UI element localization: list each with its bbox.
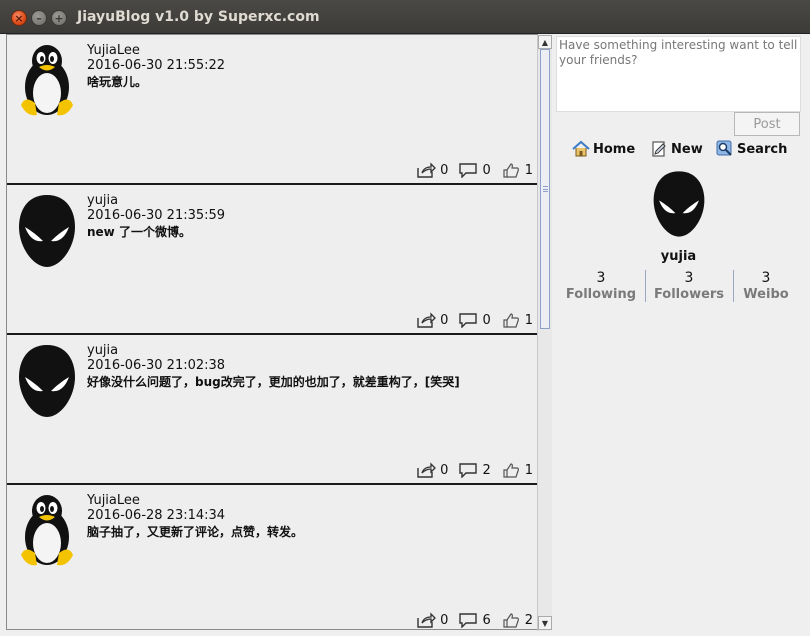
penguin-avatar-icon[interactable] [15, 43, 79, 119]
like-button[interactable]: 1 [501, 162, 533, 178]
forward-button[interactable]: 0 [416, 162, 448, 178]
window-close-button[interactable]: × [11, 10, 27, 26]
like-button[interactable]: 1 [501, 462, 533, 478]
comment-count: 2 [482, 462, 491, 478]
thumbs-up-icon [501, 312, 521, 328]
post-username[interactable]: YujiaLee [87, 493, 140, 508]
scroll-down-arrow-icon[interactable]: ▼ [538, 616, 552, 630]
comment-icon [458, 612, 478, 628]
post-timestamp: 2016-06-28 23:14:34 [87, 508, 226, 523]
followers-count: 3 [684, 270, 694, 286]
comment-button[interactable]: 2 [458, 462, 491, 478]
thumbs-up-icon [501, 462, 521, 478]
comment-button[interactable]: 6 [458, 612, 491, 628]
post-content: 好像没什么问题了，bug改完了，更加的也加了，就差重构了，[笑哭] [87, 375, 460, 389]
window-titlebar: × – + JiayuBlog v1.0 by Superxc.com [0, 0, 810, 34]
window-title: JiayuBlog v1.0 by Superxc.com [77, 9, 320, 25]
nav-home[interactable]: Home [572, 140, 635, 158]
followers-label: Followers [653, 287, 725, 302]
weibo-label: Weibo [743, 287, 789, 302]
forward-icon [416, 462, 436, 478]
post-content: 啥玩意儿。 [87, 75, 148, 89]
post-item: YujiaLee 2016-06-30 21:55:22 啥玩意儿。 0 0 1 [7, 35, 537, 185]
post-username[interactable]: YujiaLee [87, 43, 140, 58]
forward-icon [416, 162, 436, 178]
comment-count: 6 [482, 612, 491, 628]
like-count: 2 [524, 612, 533, 628]
post-item: yujia 2016-06-30 21:35:59 new 了一个微博。 0 0… [7, 185, 537, 335]
mask-avatar-icon[interactable] [15, 343, 79, 419]
stat-weibo[interactable]: 3 Weibo [738, 270, 794, 304]
forward-button[interactable]: 0 [416, 462, 448, 478]
edit-icon [652, 141, 666, 157]
nav-search-label: Search [737, 141, 788, 157]
stat-followers[interactable]: 3 Followers [650, 270, 728, 304]
comment-button[interactable]: 0 [458, 162, 491, 178]
like-button[interactable]: 2 [501, 612, 533, 628]
forward-count: 0 [440, 612, 449, 628]
minimize-icon: – [36, 11, 42, 25]
post-username[interactable]: yujia [87, 193, 118, 208]
nav-home-label: Home [593, 141, 636, 157]
comment-button[interactable]: 0 [458, 312, 491, 328]
weibo-count: 3 [761, 270, 771, 286]
nav-new-label: New [671, 141, 703, 157]
post-timestamp: 2016-06-30 21:35:59 [87, 208, 226, 223]
forward-count: 0 [440, 312, 449, 328]
following-count: 3 [596, 270, 606, 286]
window-minimize-button[interactable]: – [31, 10, 47, 26]
forward-count: 0 [440, 162, 449, 178]
feed-scrollbar[interactable]: ▲ ▼ [537, 35, 552, 631]
maximize-icon: + [54, 11, 64, 25]
profile-name[interactable]: yujia [555, 249, 802, 264]
nav-new[interactable]: New [650, 140, 703, 158]
stat-divider [733, 270, 734, 302]
forward-button[interactable]: 0 [416, 312, 448, 328]
post-button[interactable]: Post [734, 112, 800, 136]
nav-search[interactable]: Search [716, 140, 787, 158]
post-feed[interactable]: YujiaLee 2016-06-30 21:55:22 啥玩意儿。 0 0 1… [6, 34, 538, 630]
scroll-up-arrow-icon[interactable]: ▲ [538, 35, 552, 49]
comment-count: 0 [482, 312, 491, 328]
post-actions: 0 6 2 [406, 611, 533, 629]
forward-button[interactable]: 0 [416, 612, 448, 628]
home-icon [572, 140, 590, 157]
post-item: yujia 2016-06-30 21:02:38 好像没什么问题了，bug改完… [7, 335, 537, 485]
forward-icon [416, 612, 436, 628]
post-username[interactable]: yujia [87, 343, 118, 358]
like-count: 1 [524, 462, 533, 478]
like-count: 1 [524, 312, 533, 328]
profile-mask-avatar-icon[interactable] [650, 166, 708, 242]
post-timestamp: 2016-06-30 21:02:38 [87, 358, 226, 373]
comment-icon [458, 312, 478, 328]
post-item: YujiaLee 2016-06-28 23:14:34 脑子抽了，又更新了评论… [7, 485, 537, 630]
post-actions: 0 0 1 [406, 161, 533, 179]
stat-divider [645, 270, 646, 302]
window-maximize-button[interactable]: + [51, 10, 67, 26]
comment-icon [458, 162, 478, 178]
close-icon: × [14, 11, 24, 25]
post-actions: 0 0 1 [406, 311, 533, 329]
scrollbar-thumb[interactable] [540, 49, 550, 329]
app-frame: YujiaLee 2016-06-30 21:55:22 啥玩意儿。 0 0 1… [0, 34, 810, 636]
comment-icon [458, 462, 478, 478]
forward-icon [416, 312, 436, 328]
search-icon [716, 140, 732, 156]
comment-count: 0 [482, 162, 491, 178]
like-count: 1 [524, 162, 533, 178]
post-actions: 0 2 1 [406, 461, 533, 479]
mask-avatar-icon[interactable] [15, 193, 79, 269]
grip-icon [543, 186, 548, 192]
compose-textarea[interactable]: Have something interesting want to tell … [556, 36, 801, 112]
post-content: new 了一个微博。 [87, 225, 191, 239]
following-label: Following [565, 287, 637, 302]
like-button[interactable]: 1 [501, 312, 533, 328]
thumbs-up-icon [501, 612, 521, 628]
forward-count: 0 [440, 462, 449, 478]
stat-following[interactable]: 3 Following [563, 270, 639, 304]
thumbs-up-icon [501, 162, 521, 178]
post-content: 脑子抽了，又更新了评论，点赞，转发。 [87, 525, 304, 539]
penguin-avatar-icon[interactable] [15, 493, 79, 569]
post-timestamp: 2016-06-30 21:55:22 [87, 58, 226, 73]
